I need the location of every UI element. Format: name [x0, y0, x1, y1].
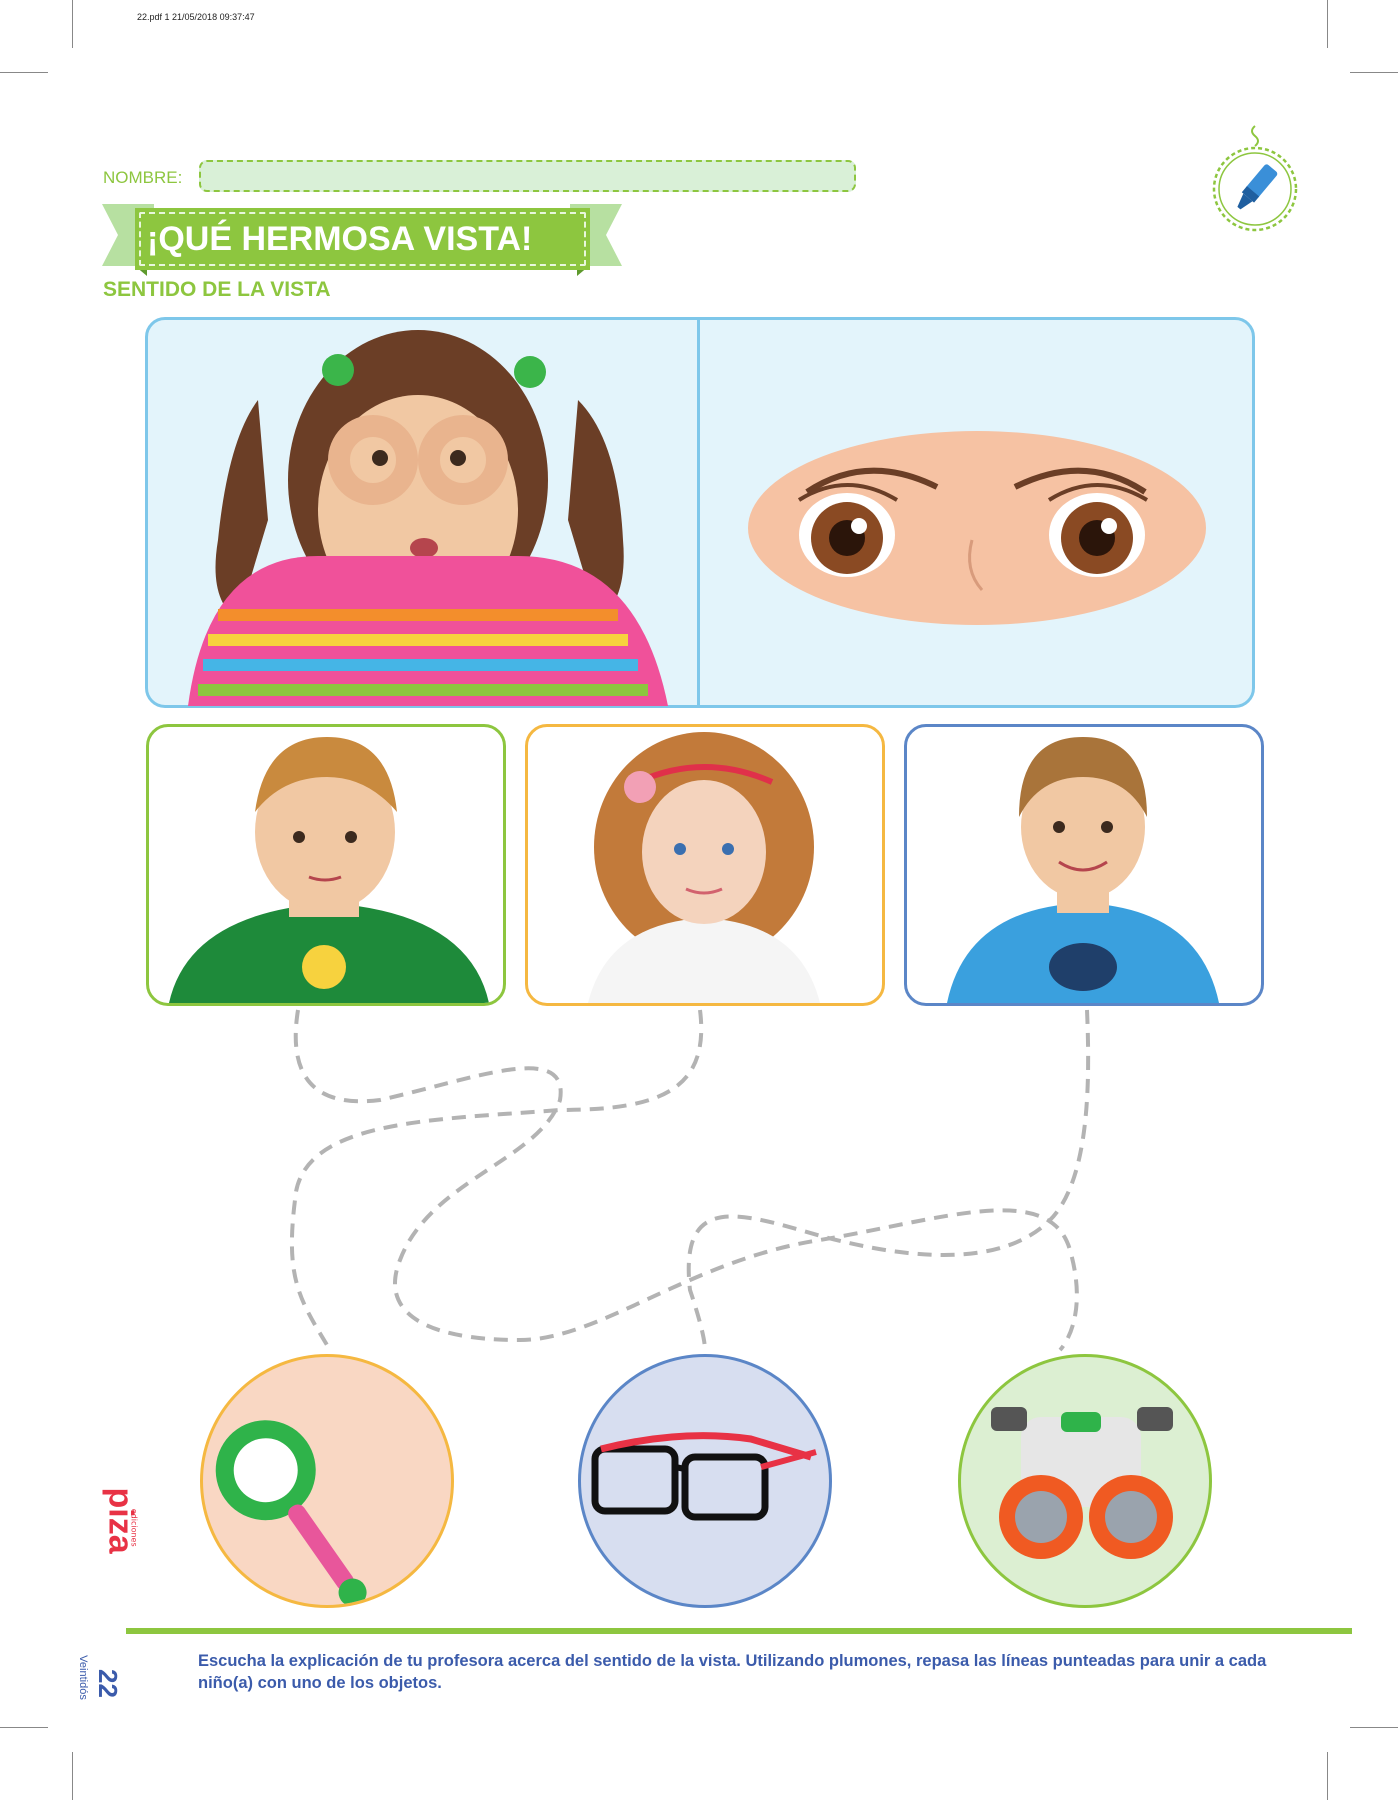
page-number-block: 22 Veintidós [77, 1654, 145, 1700]
object-circle-binoculars [958, 1354, 1212, 1608]
object-circle-glasses [578, 1354, 832, 1608]
magnifying-glass-image [215, 1420, 367, 1605]
glasses-image [591, 1432, 817, 1521]
page-number: 22 [92, 1669, 123, 1698]
trace-path-boy-green [293, 1009, 1079, 1352]
object-circle-magnifier [200, 1354, 454, 1608]
binoculars-image [991, 1407, 1173, 1559]
page-word: Veintidós [76, 1655, 89, 1700]
trace-path-girl-curly [289, 1009, 704, 1352]
publisher-logo-small: ediciones [129, 1508, 139, 1547]
footer-green-bar [126, 1628, 1352, 1634]
publisher-logo: piza ediciones [96, 1486, 146, 1582]
instructions-text: Escucha la explicación de tu profesora a… [198, 1652, 1267, 1692]
trace-path-boy-blue [686, 1009, 1091, 1351]
